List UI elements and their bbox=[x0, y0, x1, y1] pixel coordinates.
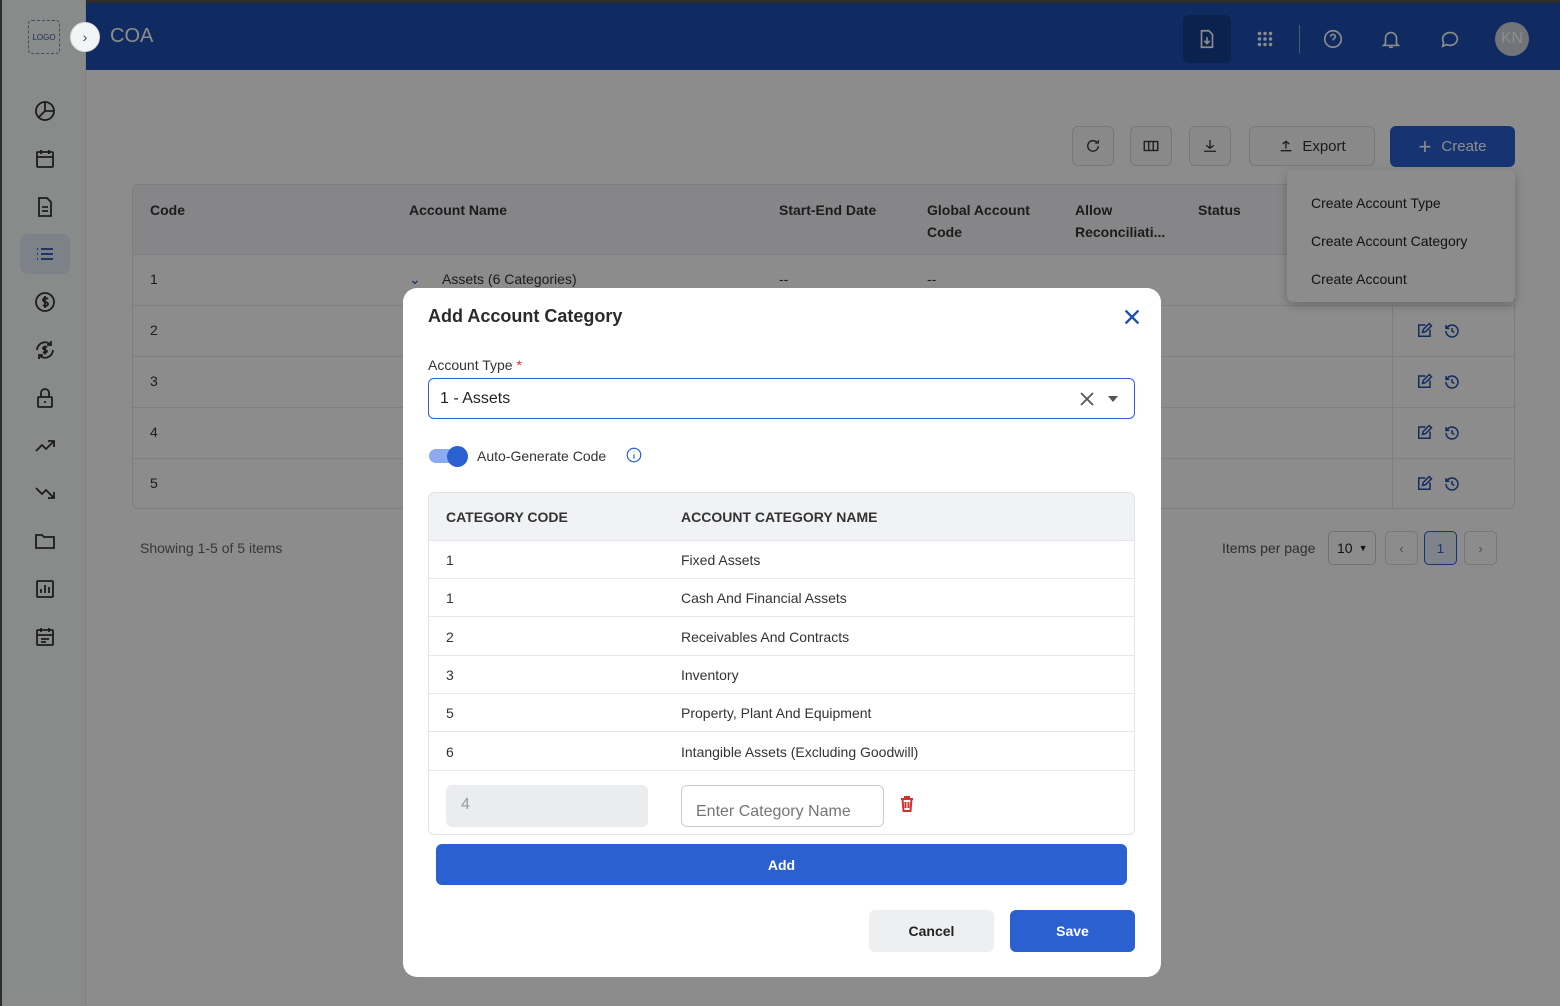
category-row: 5 Property, Plant And Equipment bbox=[429, 694, 1134, 732]
auto-generate-label: Auto-Generate Code bbox=[477, 448, 607, 464]
category-row: 3 Inventory bbox=[429, 656, 1134, 694]
account-type-label: Account Type * bbox=[428, 357, 522, 373]
category-row: 2 Receivables And Contracts bbox=[429, 618, 1134, 656]
account-type-value: 1 - Assets bbox=[440, 390, 511, 407]
trash-icon[interactable] bbox=[899, 795, 915, 813]
auto-generate-toggle[interactable] bbox=[429, 446, 469, 467]
dialog-title: Add Account Category bbox=[428, 306, 623, 326]
col-category-code: CATEGORY CODE bbox=[446, 509, 568, 525]
account-type-select[interactable]: 1 - Assets bbox=[428, 378, 1135, 419]
clear-selection-button[interactable] bbox=[1079, 391, 1095, 407]
add-button[interactable]: Add bbox=[436, 844, 1127, 885]
close-icon bbox=[1080, 392, 1094, 406]
categories-table-header: CATEGORY CODE ACCOUNT CATEGORY NAME bbox=[429, 493, 1134, 541]
save-button[interactable]: Save bbox=[1010, 910, 1135, 952]
required-mark: * bbox=[516, 357, 522, 373]
caret-down-icon[interactable] bbox=[1108, 396, 1118, 402]
close-icon bbox=[1124, 309, 1140, 325]
category-name: Inventory bbox=[681, 667, 739, 683]
add-account-category-dialog: Add Account Category Account Type * 1 - … bbox=[403, 288, 1161, 977]
category-row: 1 Fixed Assets bbox=[429, 541, 1134, 579]
info-icon[interactable] bbox=[625, 446, 643, 464]
category-code: 6 bbox=[446, 744, 454, 760]
category-name: Intangible Assets (Excluding Goodwill) bbox=[681, 744, 919, 760]
new-category-code-input: 4 bbox=[446, 785, 648, 827]
toggle-knob bbox=[447, 446, 468, 467]
categories-table: CATEGORY CODE ACCOUNT CATEGORY NAME 1 Fi… bbox=[428, 492, 1135, 835]
chevron-right-icon: › bbox=[82, 29, 88, 45]
category-name: Fixed Assets bbox=[681, 552, 761, 568]
close-button[interactable] bbox=[1121, 306, 1143, 328]
new-category-name-input[interactable] bbox=[681, 785, 884, 827]
category-code: 3 bbox=[446, 667, 454, 683]
cancel-button[interactable]: Cancel bbox=[869, 910, 994, 952]
category-row: 1 Cash And Financial Assets bbox=[429, 579, 1134, 617]
category-name: Receivables And Contracts bbox=[681, 629, 850, 645]
account-type-label-text: Account Type bbox=[428, 357, 513, 373]
category-code: 1 bbox=[446, 552, 454, 568]
category-code: 5 bbox=[446, 705, 454, 721]
category-code: 2 bbox=[446, 629, 454, 645]
category-code: 1 bbox=[446, 590, 454, 606]
category-name: Cash And Financial Assets bbox=[681, 590, 847, 606]
category-name: Property, Plant And Equipment bbox=[681, 705, 872, 721]
sidebar-expand-button[interactable]: › bbox=[70, 22, 100, 52]
col-category-name: ACCOUNT CATEGORY NAME bbox=[681, 509, 878, 525]
category-row: 6 Intangible Assets (Excluding Goodwill) bbox=[429, 733, 1134, 771]
